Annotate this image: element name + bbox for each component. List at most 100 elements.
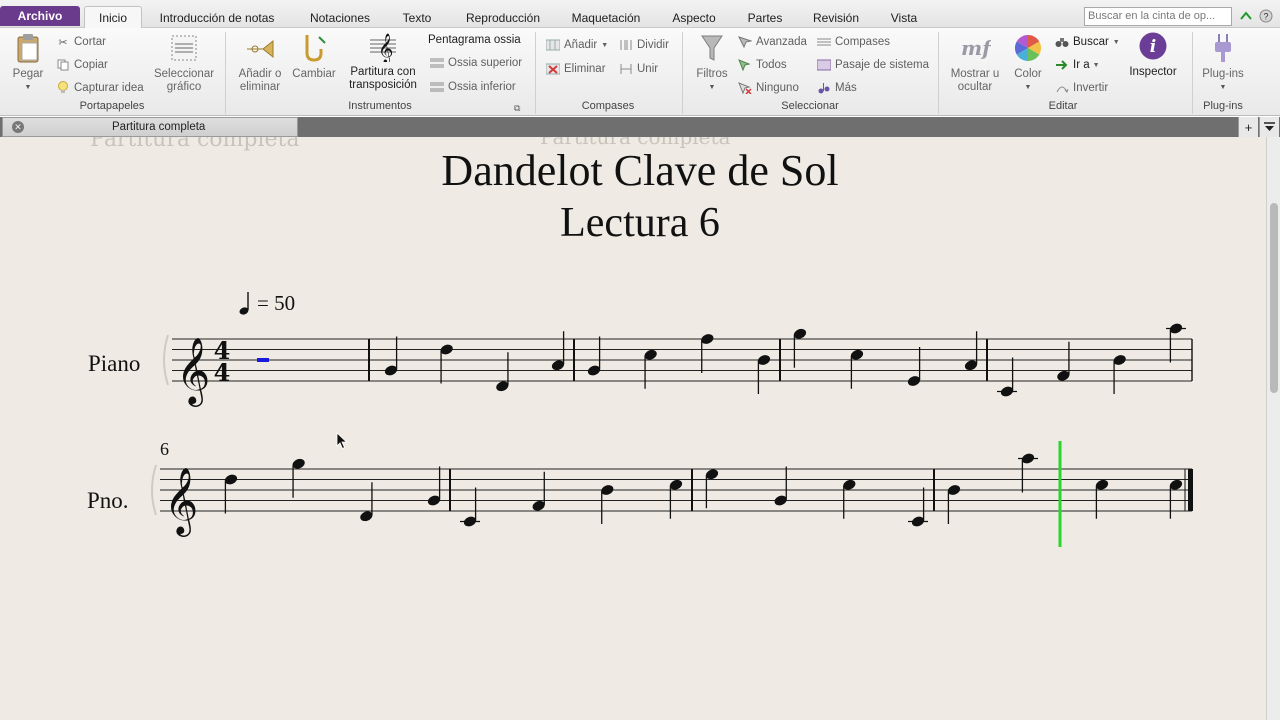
mas-label: Más [835, 82, 857, 94]
time-signature-denominator[interactable]: 4 [214, 358, 231, 387]
chevron-down-icon: ▼ [1092, 61, 1100, 69]
unir-label: Unir [637, 63, 659, 75]
tab-revision[interactable]: Revisión [805, 7, 867, 28]
tempo-marking[interactable]: = 50 [238, 290, 295, 316]
help-icon[interactable]: ? [1258, 8, 1274, 24]
staff-system-2[interactable]: 𝄞 [0, 441, 1266, 557]
advanced-select-icon [738, 35, 752, 49]
group-separator [938, 32, 939, 114]
inspector-button[interactable]: i Inspector [1124, 30, 1182, 79]
system-brace[interactable] [163, 334, 169, 386]
seleccionar-grafico-label-2: gráfico [166, 81, 202, 93]
dialog-launcher-icon[interactable]: ⧉ [514, 100, 520, 116]
seleccionar-compases-button[interactable]: Compases [817, 34, 890, 50]
unir-button[interactable]: Unir [619, 61, 658, 77]
tab-vista[interactable]: Vista [882, 7, 926, 28]
document-tab-label: Partitura completa [112, 121, 206, 133]
plugins-button[interactable]: Plug-ins ▼ [1196, 32, 1250, 94]
treble-clef[interactable]: 𝄞 [176, 336, 210, 407]
funnel-icon [696, 32, 728, 64]
info-icon: i [1137, 30, 1169, 62]
ribbon: Pegar ▼ ✂ Cortar Copiar Capturar idea Se… [0, 28, 1280, 116]
color-label: Color [1014, 68, 1042, 80]
score-subtitle[interactable]: Lectura 6 [0, 199, 1266, 247]
mas-button[interactable]: Más [817, 80, 857, 96]
lightbulb-icon [56, 81, 70, 95]
treble-clef[interactable]: 𝄞 [164, 466, 198, 537]
cambiar-instrumento-button[interactable]: Cambiar [290, 32, 338, 81]
group-separator [1192, 32, 1193, 114]
select-none-icon [738, 81, 752, 95]
anadir-eliminar-instrumentos-button[interactable]: Añadir o eliminar [234, 32, 286, 94]
ossia-above-icon [430, 56, 444, 70]
dividir-button[interactable]: Dividir [619, 37, 669, 53]
score-title[interactable]: Dandelot Clave de Sol [0, 145, 1266, 196]
split-bar-icon [619, 38, 633, 52]
tab-reproduccion[interactable]: Reproducción [457, 7, 549, 28]
capturar-idea-button[interactable]: Capturar idea [56, 80, 144, 96]
inspector-label: Inspector [1129, 66, 1177, 78]
add-bar-icon [546, 38, 560, 52]
tempo-value: = 50 [257, 291, 296, 315]
group-separator [225, 32, 226, 114]
mostrar-ocultar-button[interactable]: mf Mostrar u ocultar [946, 32, 1004, 94]
pasaje-de-sistema-label: Pasaje de sistema [835, 59, 929, 71]
tab-introduccion-de-notas[interactable]: Introducción de notas [151, 7, 283, 28]
ninguno-label: Ninguno [756, 82, 799, 94]
pegar-button[interactable]: Pegar ▼ [8, 32, 48, 94]
eliminar-compases-button[interactable]: Eliminar [546, 61, 606, 77]
copy-icon [56, 58, 70, 72]
avanzada-button[interactable]: Avanzada [738, 34, 807, 50]
filtros-button[interactable]: Filtros ▼ [692, 32, 732, 94]
editar-group-label: Editar [1048, 100, 1078, 112]
cortar-button[interactable]: ✂ Cortar [56, 34, 106, 50]
invertir-button[interactable]: Invertir [1055, 80, 1108, 96]
score-paper[interactable]: Partitura completa Partitura completa Da… [0, 137, 1266, 720]
plug-icon [1207, 32, 1239, 64]
tab-partes[interactable]: Partes [741, 7, 789, 28]
ossia-inferior-button[interactable]: Ossia inferior [430, 79, 516, 95]
chevron-down-icon: ▼ [1112, 38, 1120, 46]
copiar-button[interactable]: Copiar [56, 57, 108, 73]
selected-rest[interactable] [257, 358, 269, 362]
vertical-scrollbar[interactable] [1266, 137, 1280, 720]
ir-a-button[interactable]: Ir a ▼ [1055, 57, 1100, 73]
color-button[interactable]: Color ▼ [1010, 32, 1046, 94]
svg-text:𝄞: 𝄞 [378, 33, 393, 62]
tab-menu-icon[interactable] [1259, 117, 1279, 137]
tab-maquetacion[interactable]: Maquetación [562, 7, 650, 28]
ossia-superior-button[interactable]: Ossia superior [430, 55, 522, 71]
bars-select-icon [817, 35, 831, 49]
ossia-inferior-label: Ossia inferior [448, 81, 516, 93]
pasaje-de-sistema-button[interactable]: Pasaje de sistema [817, 57, 929, 73]
close-tab-icon[interactable]: ✕ [12, 121, 24, 133]
seleccionar-grafico-button[interactable]: Seleccionar gráfico [148, 32, 220, 94]
tab-archivo[interactable]: Archivo [0, 6, 80, 26]
staff-system-1[interactable]: 𝄞 44 [0, 317, 1266, 427]
ossia-below-icon [430, 80, 444, 94]
system-brace[interactable] [151, 464, 157, 516]
arrow-right-icon [1055, 58, 1069, 72]
tab-aspecto[interactable]: Aspecto [664, 7, 724, 28]
todos-label: Todos [756, 59, 787, 71]
ribbon-search-input[interactable]: Buscar en la cinta de op... [1084, 7, 1232, 26]
anadir-eliminar-label-2: eliminar [239, 81, 281, 93]
new-tab-icon[interactable]: + [1238, 117, 1258, 137]
todos-button[interactable]: Todos [738, 57, 787, 73]
mouse-pointer-icon [336, 432, 348, 450]
seleccionar-grafico-label-1: Seleccionar [153, 68, 215, 80]
anadir-compases-button[interactable]: Añadir ▼ [546, 37, 608, 53]
buscar-button[interactable]: Buscar ▼ [1055, 34, 1120, 50]
tab-inicio[interactable]: Inicio [84, 6, 142, 28]
document-tab[interactable]: ✕ Partitura completa [2, 117, 298, 137]
capturar-idea-label: Capturar idea [74, 82, 144, 94]
ninguno-button[interactable]: Ninguno [738, 80, 799, 96]
scrollbar-thumb[interactable] [1270, 203, 1278, 393]
chevron-down-icon: ▼ [1219, 84, 1227, 91]
tab-texto[interactable]: Texto [393, 7, 441, 28]
plugins-label: Plug-ins [1202, 68, 1244, 80]
tab-notaciones[interactable]: Notaciones [301, 7, 379, 28]
partitura-transposicion-button[interactable]: 𝄞 Partitura con transposición [344, 30, 422, 92]
collapse-ribbon-icon[interactable] [1238, 8, 1254, 24]
final-barline[interactable] [1188, 469, 1193, 511]
